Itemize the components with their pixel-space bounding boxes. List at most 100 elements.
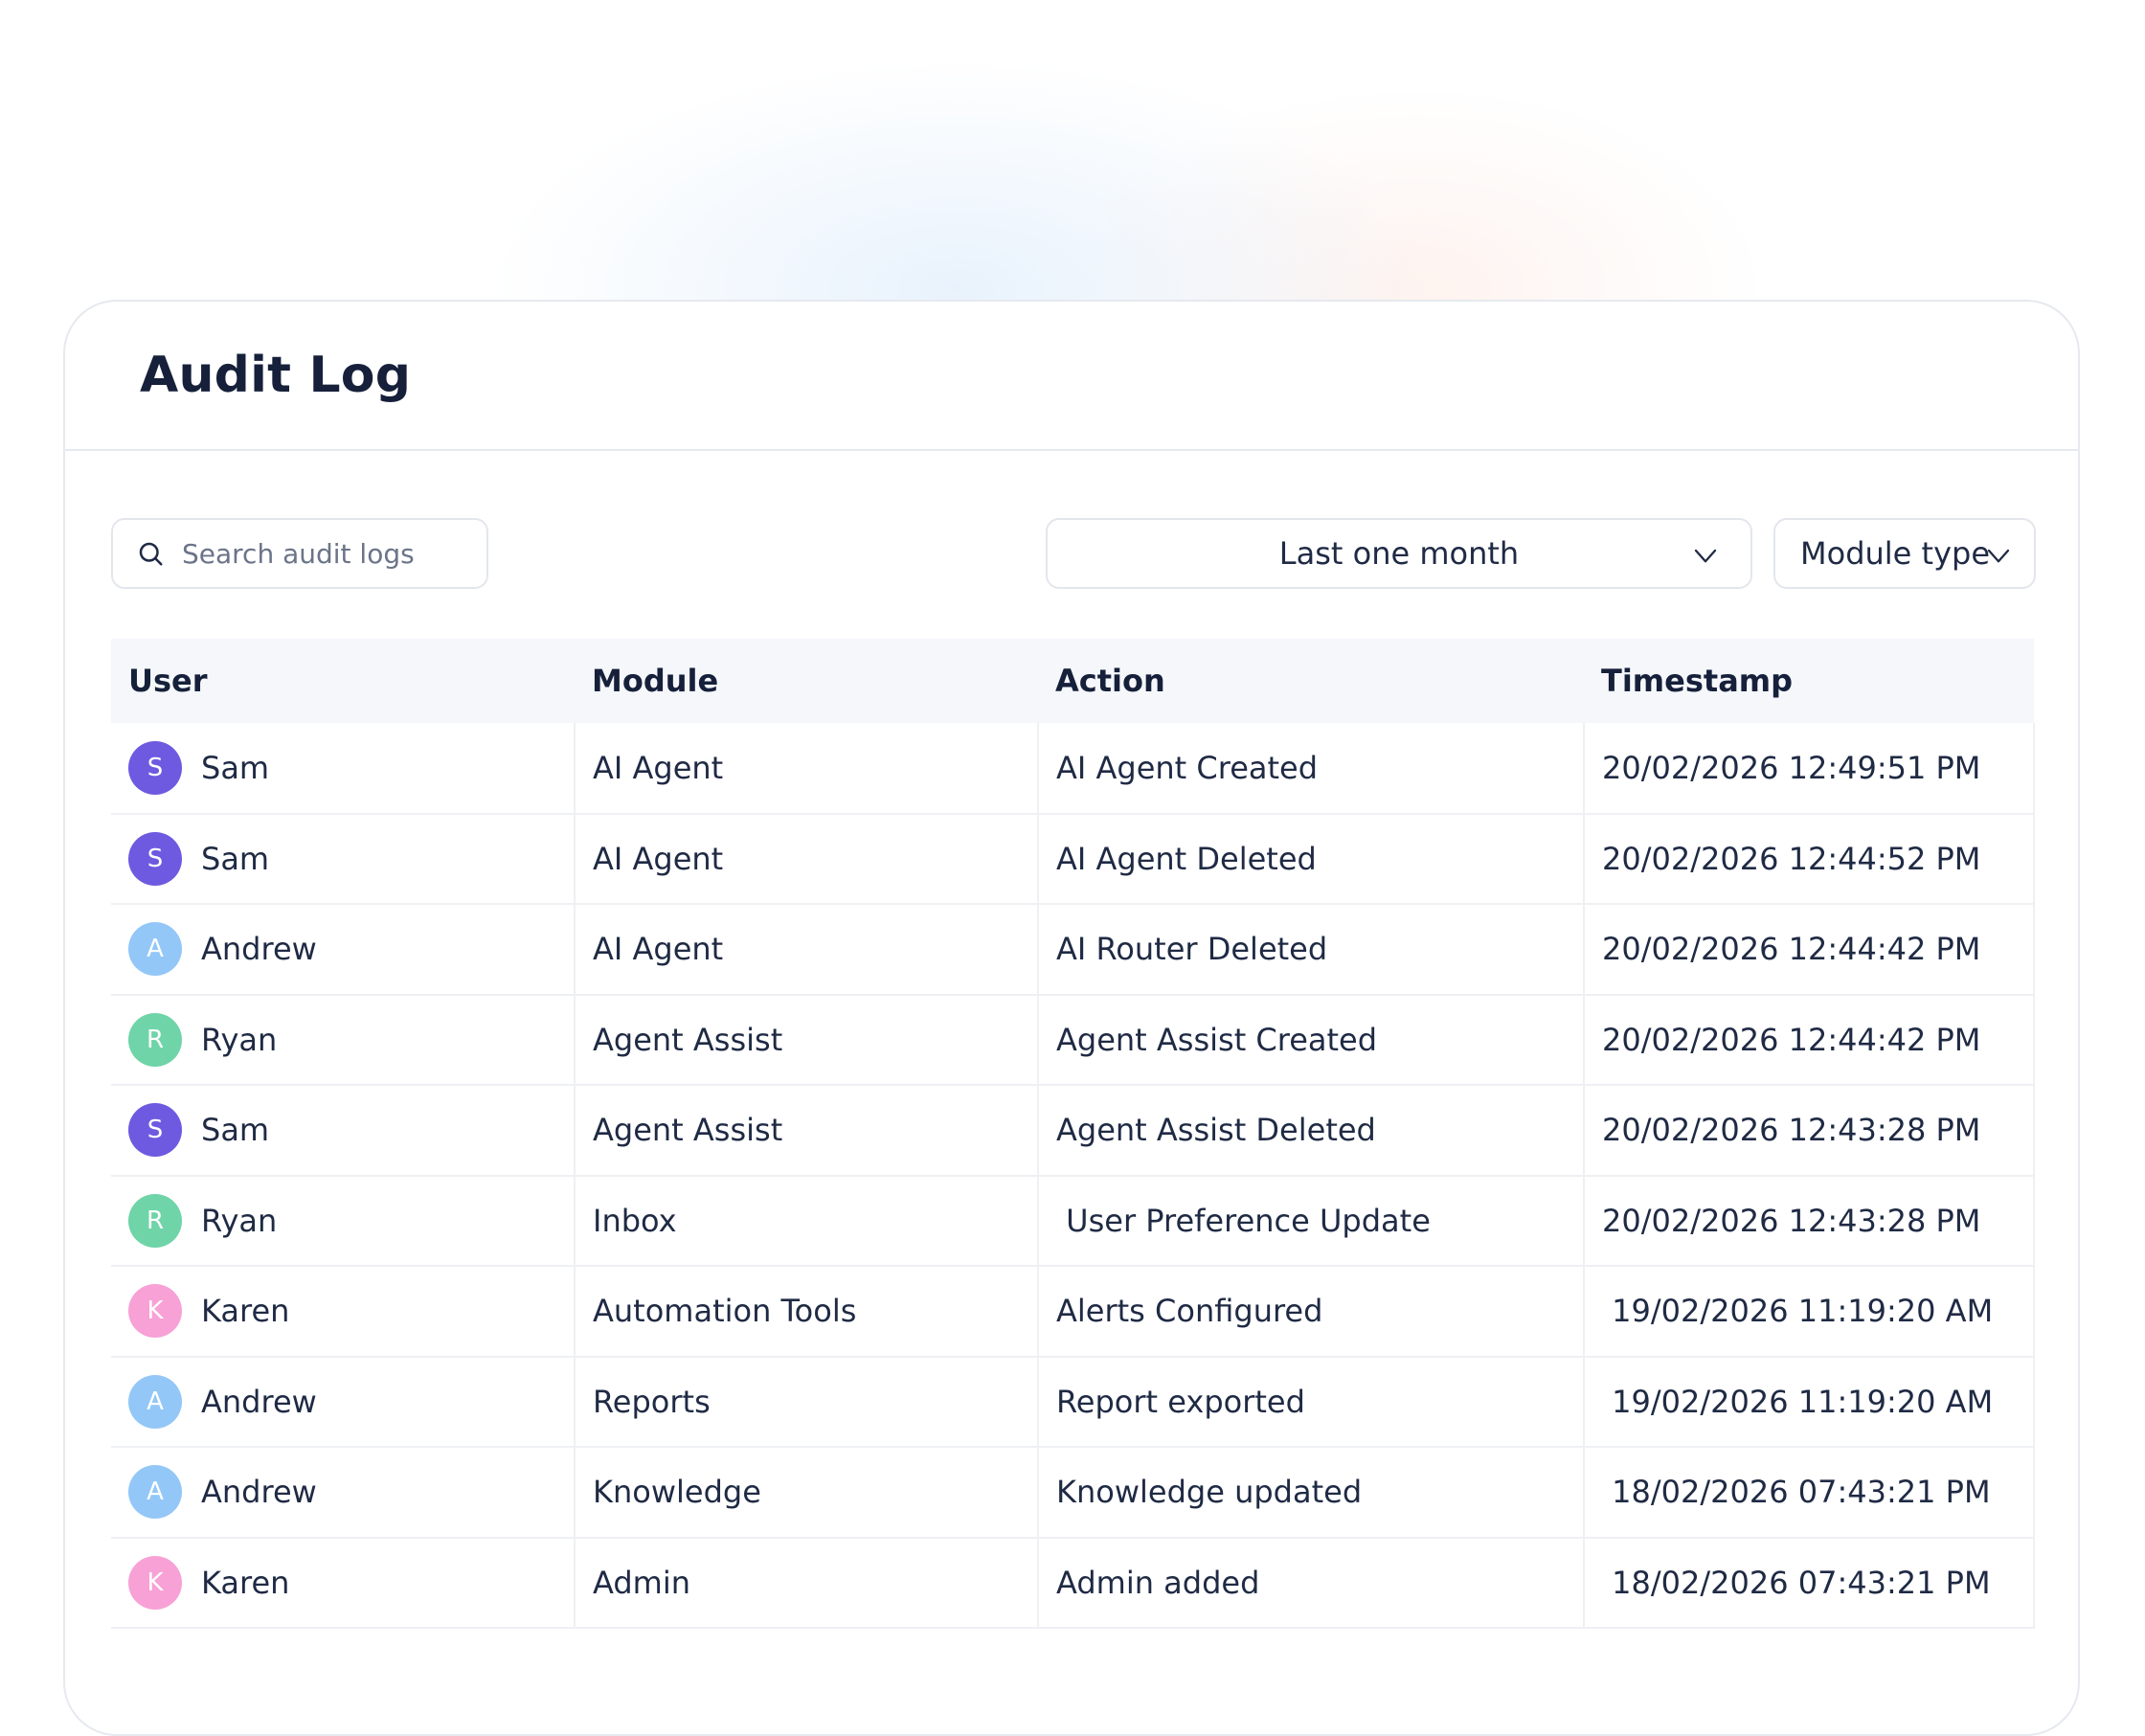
avatar: R [128, 1012, 182, 1067]
avatar: R [128, 1193, 182, 1248]
cell-timestamp: 19/02/2026 11:19:20 AM [1583, 1266, 2035, 1357]
table-row[interactable]: S Sam AI Agent AI Agent Created 20/02/2026 1… [111, 723, 2035, 814]
column-header-module[interactable]: Module [575, 639, 1038, 723]
cell-action: Agent Assist Created [1037, 994, 1584, 1085]
table-row[interactable]: A Andrew AI Agent AI Router Deleted 20/02/20… [111, 904, 2035, 995]
user-info: A Andrew [128, 922, 574, 977]
module-type-value: Module type [1800, 535, 1991, 572]
user-info: S Sam [128, 1103, 574, 1158]
avatar: S [128, 831, 182, 886]
table-row[interactable]: S Sam Agent Assist Agent Assist Deleted 20/0… [111, 1085, 2035, 1176]
table-header-row: User Module Action Timestamp [111, 639, 2034, 723]
toolbar: Last one month Module type [111, 518, 2036, 591]
cell-timestamp: 20/02/2026 12:49:51 PM [1583, 723, 2035, 814]
cell-module: Knowledge [574, 1447, 1038, 1538]
cell-action: Alerts Configured [1037, 1266, 1584, 1357]
cell-user: K Karen [111, 1266, 575, 1357]
avatar: S [128, 740, 182, 795]
cell-user: K Karen [111, 1538, 575, 1629]
avatar: K [128, 1284, 182, 1339]
user-info: R Ryan [128, 1193, 574, 1248]
search-icon [139, 542, 163, 566]
table-row[interactable]: R Ryan Inbox User Preference Update 20/02/2… [111, 1175, 2035, 1267]
user-name: Sam [201, 840, 270, 877]
user-name: Andrew [201, 1383, 317, 1420]
cell-action: AI Agent Created [1037, 723, 1584, 814]
cell-module: Reports [574, 1356, 1038, 1447]
user-info: A Andrew [128, 1374, 574, 1429]
cell-action: Agent Assist Deleted [1037, 1085, 1584, 1176]
table-row[interactable]: R Ryan Agent Assist Agent Assist Created 20/… [111, 994, 2035, 1086]
user-info: K Karen [128, 1284, 574, 1339]
column-header-action[interactable]: Action [1038, 639, 1584, 723]
avatar: A [128, 1465, 182, 1520]
user-name: Andrew [201, 931, 317, 968]
date-range-select[interactable]: Last one month [1046, 518, 1752, 589]
cell-timestamp: 18/02/2026 07:43:21 PM [1583, 1447, 2035, 1538]
table-row[interactable]: K Karen Automation Tools Alerts Configured … [111, 1266, 2035, 1357]
cell-timestamp: 20/02/2026 12:44:42 PM [1583, 994, 2035, 1085]
cell-timestamp: 19/02/2026 11:19:20 AM [1583, 1356, 2035, 1447]
user-info: A Andrew [128, 1465, 574, 1520]
search-box[interactable] [111, 518, 488, 589]
cell-action: User Preference Update [1037, 1175, 1584, 1266]
cell-user: S Sam [111, 814, 575, 905]
cell-user: R Ryan [111, 1176, 575, 1267]
user-name: Karen [201, 1564, 290, 1601]
cell-module: Agent Assist [574, 994, 1038, 1085]
search-input[interactable] [180, 536, 471, 571]
audit-log-card: Audit Log Last one month Module type [63, 300, 2080, 1736]
table-row[interactable]: A Andrew Reports Report exported 19/02/2026… [111, 1356, 2035, 1448]
card-header: Audit Log [65, 302, 2078, 451]
cell-action: Admin added [1037, 1537, 1584, 1628]
cell-module: Agent Assist [574, 1085, 1038, 1176]
chevron-down-icon [1694, 549, 1717, 563]
user-info: K Karen [128, 1555, 574, 1610]
date-range-value: Last one month [1278, 535, 1520, 572]
cell-timestamp: 20/02/2026 12:44:52 PM [1583, 813, 2035, 904]
cell-module: AI Agent [574, 813, 1038, 904]
cell-action: Report exported [1037, 1356, 1584, 1447]
table-body: S Sam AI Agent AI Agent Created 20/02/2026 1… [111, 723, 2035, 1629]
audit-log-table: User Module Action Timestamp S Sam AI Agen… [111, 639, 2035, 1629]
chevron-down-icon [1987, 549, 2010, 563]
avatar: A [128, 1374, 182, 1429]
cell-module: Admin [574, 1537, 1038, 1628]
user-name: Ryan [201, 1021, 278, 1058]
user-info: S Sam [128, 831, 574, 886]
user-name: Andrew [201, 1474, 317, 1511]
column-header-user[interactable]: User [111, 639, 575, 723]
cell-user: R Ryan [111, 995, 575, 1086]
cell-user: A Andrew [111, 904, 575, 995]
table-row[interactable]: A Andrew Knowledge Knowledge updated 18/02/… [111, 1447, 2035, 1538]
cell-user: A Andrew [111, 1447, 575, 1538]
avatar: K [128, 1555, 182, 1610]
cell-action: AI Router Deleted [1037, 904, 1584, 995]
cell-module: AI Agent [574, 904, 1038, 995]
table-row[interactable]: K Karen Admin Admin added 18/02/2026 07:43:… [111, 1537, 2035, 1629]
cell-action: AI Agent Deleted [1037, 813, 1584, 904]
table-header: User Module Action Timestamp [111, 639, 2034, 723]
cell-timestamp: 20/02/2026 12:44:42 PM [1583, 904, 2035, 995]
table-row[interactable]: S Sam AI Agent AI Agent Deleted 20/02/2026 1… [111, 813, 2035, 905]
user-name: Ryan [201, 1202, 278, 1239]
cell-timestamp: 18/02/2026 07:43:21 PM [1583, 1537, 2035, 1628]
avatar: S [128, 1103, 182, 1158]
user-name: Karen [201, 1293, 290, 1330]
cell-module: Automation Tools [574, 1266, 1038, 1357]
user-info: S Sam [128, 740, 574, 795]
avatar: A [128, 922, 182, 977]
cell-timestamp: 20/02/2026 12:43:28 PM [1583, 1175, 2035, 1266]
audit-log-table-wrapper: User Module Action Timestamp S Sam AI Agen… [111, 639, 2035, 1629]
cell-module: Inbox [574, 1175, 1038, 1266]
cell-module: AI Agent [574, 723, 1038, 814]
cell-user: A Andrew [111, 1357, 575, 1448]
column-header-timestamp[interactable]: Timestamp [1584, 639, 2034, 723]
module-type-select[interactable]: Module type [1773, 518, 2036, 589]
user-name: Sam [201, 1112, 270, 1149]
user-info: R Ryan [128, 1012, 574, 1067]
user-name: Sam [201, 749, 270, 786]
cell-action: Knowledge updated [1037, 1447, 1584, 1538]
cell-user: S Sam [111, 1085, 575, 1176]
cell-timestamp: 20/02/2026 12:43:28 PM [1583, 1085, 2035, 1176]
